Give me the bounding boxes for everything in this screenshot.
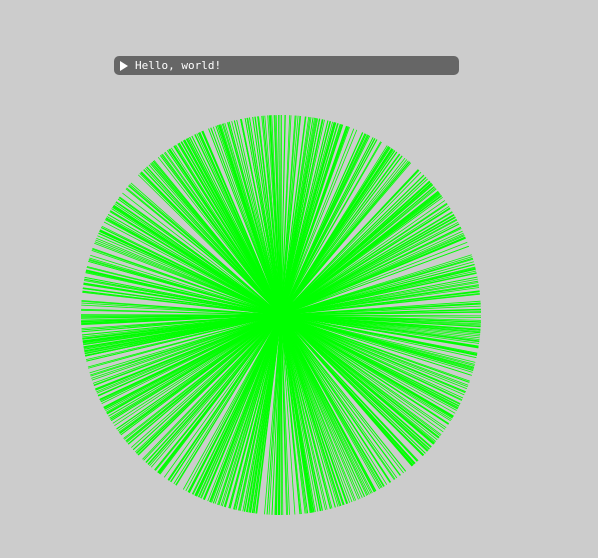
imgui-window-header[interactable]: Hello, world! (114, 56, 459, 75)
collapse-arrow-icon[interactable] (120, 60, 128, 71)
app-canvas: Hello, world! (0, 0, 598, 558)
burst-line (280, 114, 282, 316)
line-burst-drawing (80, 114, 482, 516)
window-title: Hello, world! (135, 59, 222, 72)
